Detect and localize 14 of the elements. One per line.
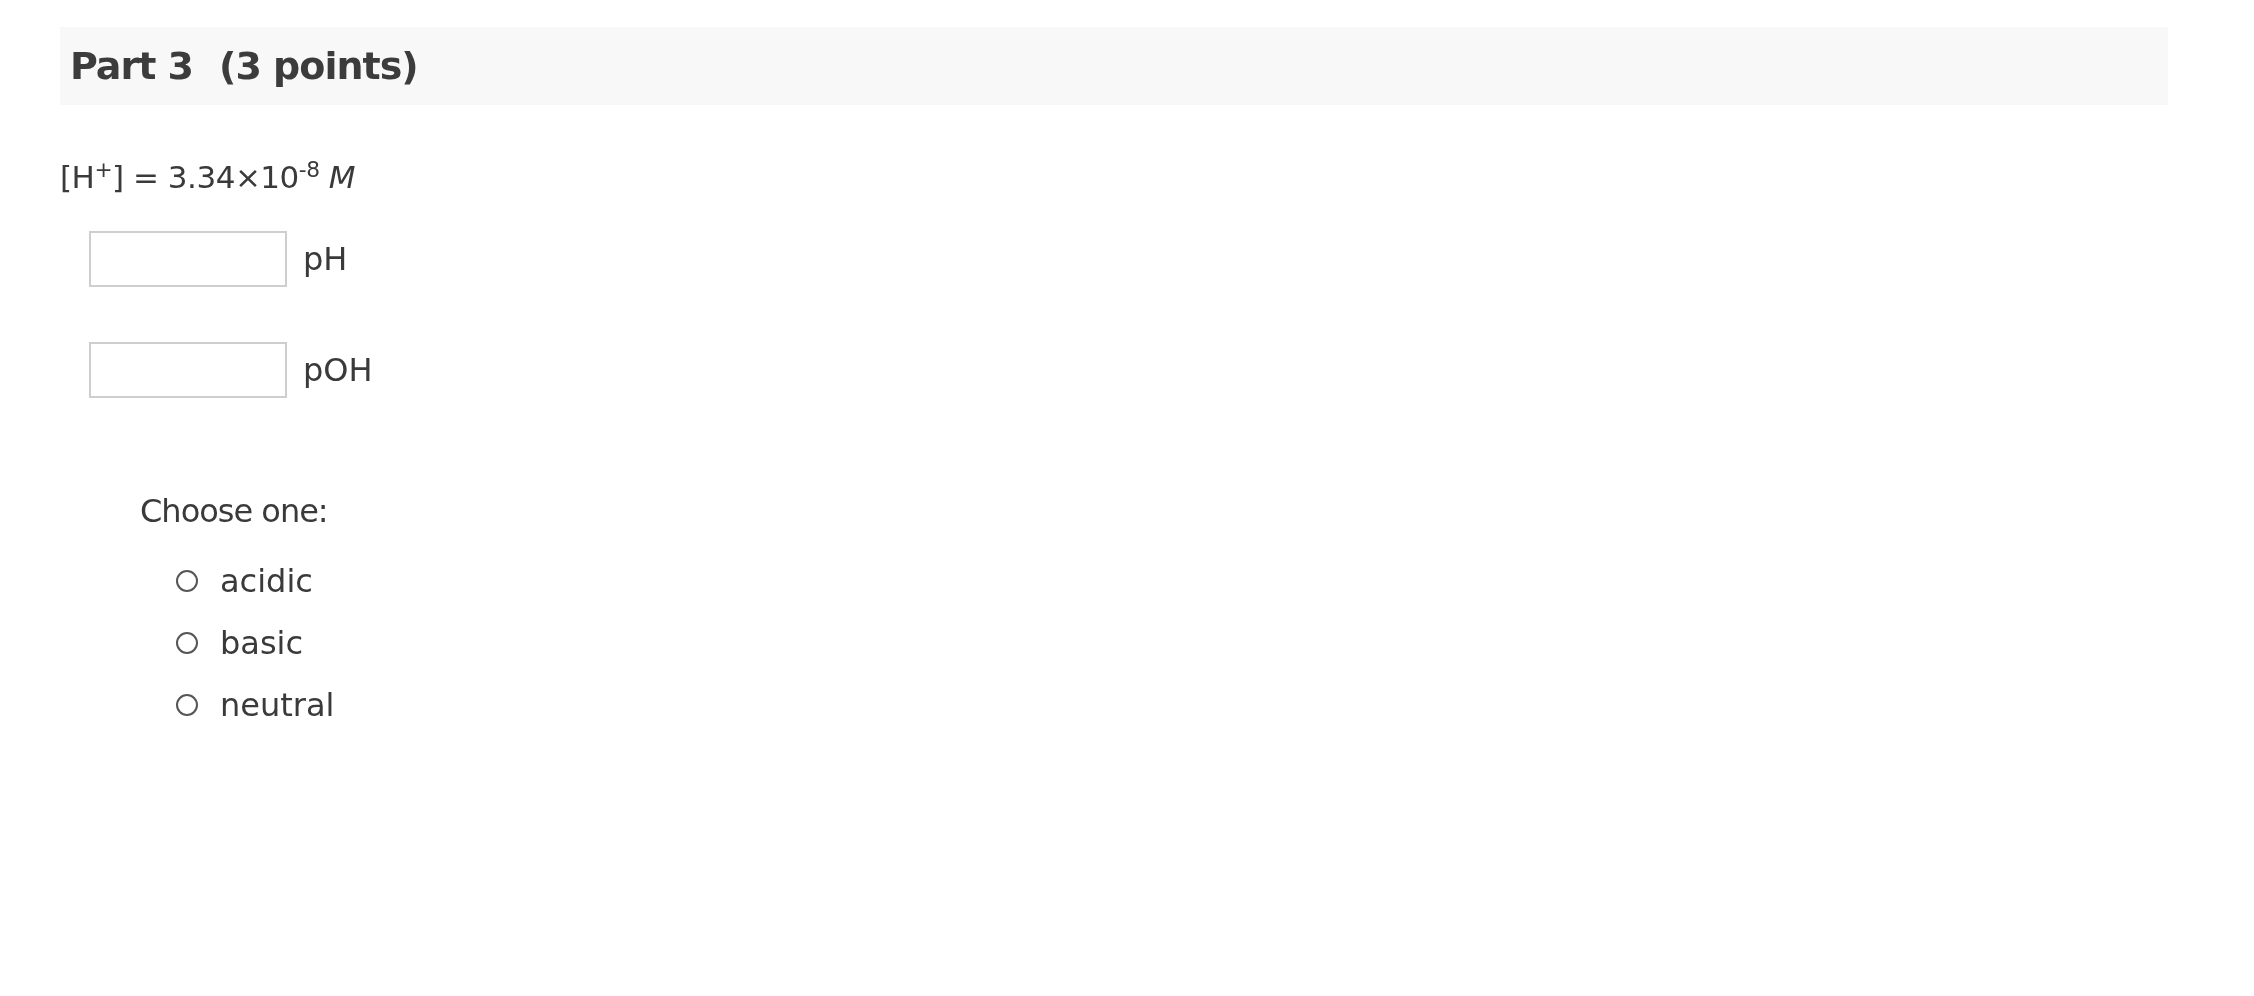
answer-field[interactable] (89, 231, 287, 288)
radio-button[interactable] (176, 632, 198, 655)
part-points: (3 points) (219, 44, 418, 88)
choice-label[interactable]: basic (220, 624, 304, 663)
answer-unit: pOH (303, 351, 373, 390)
choice-label[interactable]: acidic (220, 562, 313, 601)
choice-label[interactable]: neutral (220, 686, 335, 725)
answer-field[interactable] (89, 342, 287, 399)
question-text: [H$^{+}$] = 3.34×10$^{-8}$ M (60, 157, 357, 196)
radio-button[interactable] (176, 570, 198, 593)
answer-unit: pH (303, 240, 348, 279)
radio-button[interactable] (176, 694, 198, 717)
choice-prompt: Choose one: (140, 492, 329, 531)
part-title: Part 3 (70, 44, 194, 88)
